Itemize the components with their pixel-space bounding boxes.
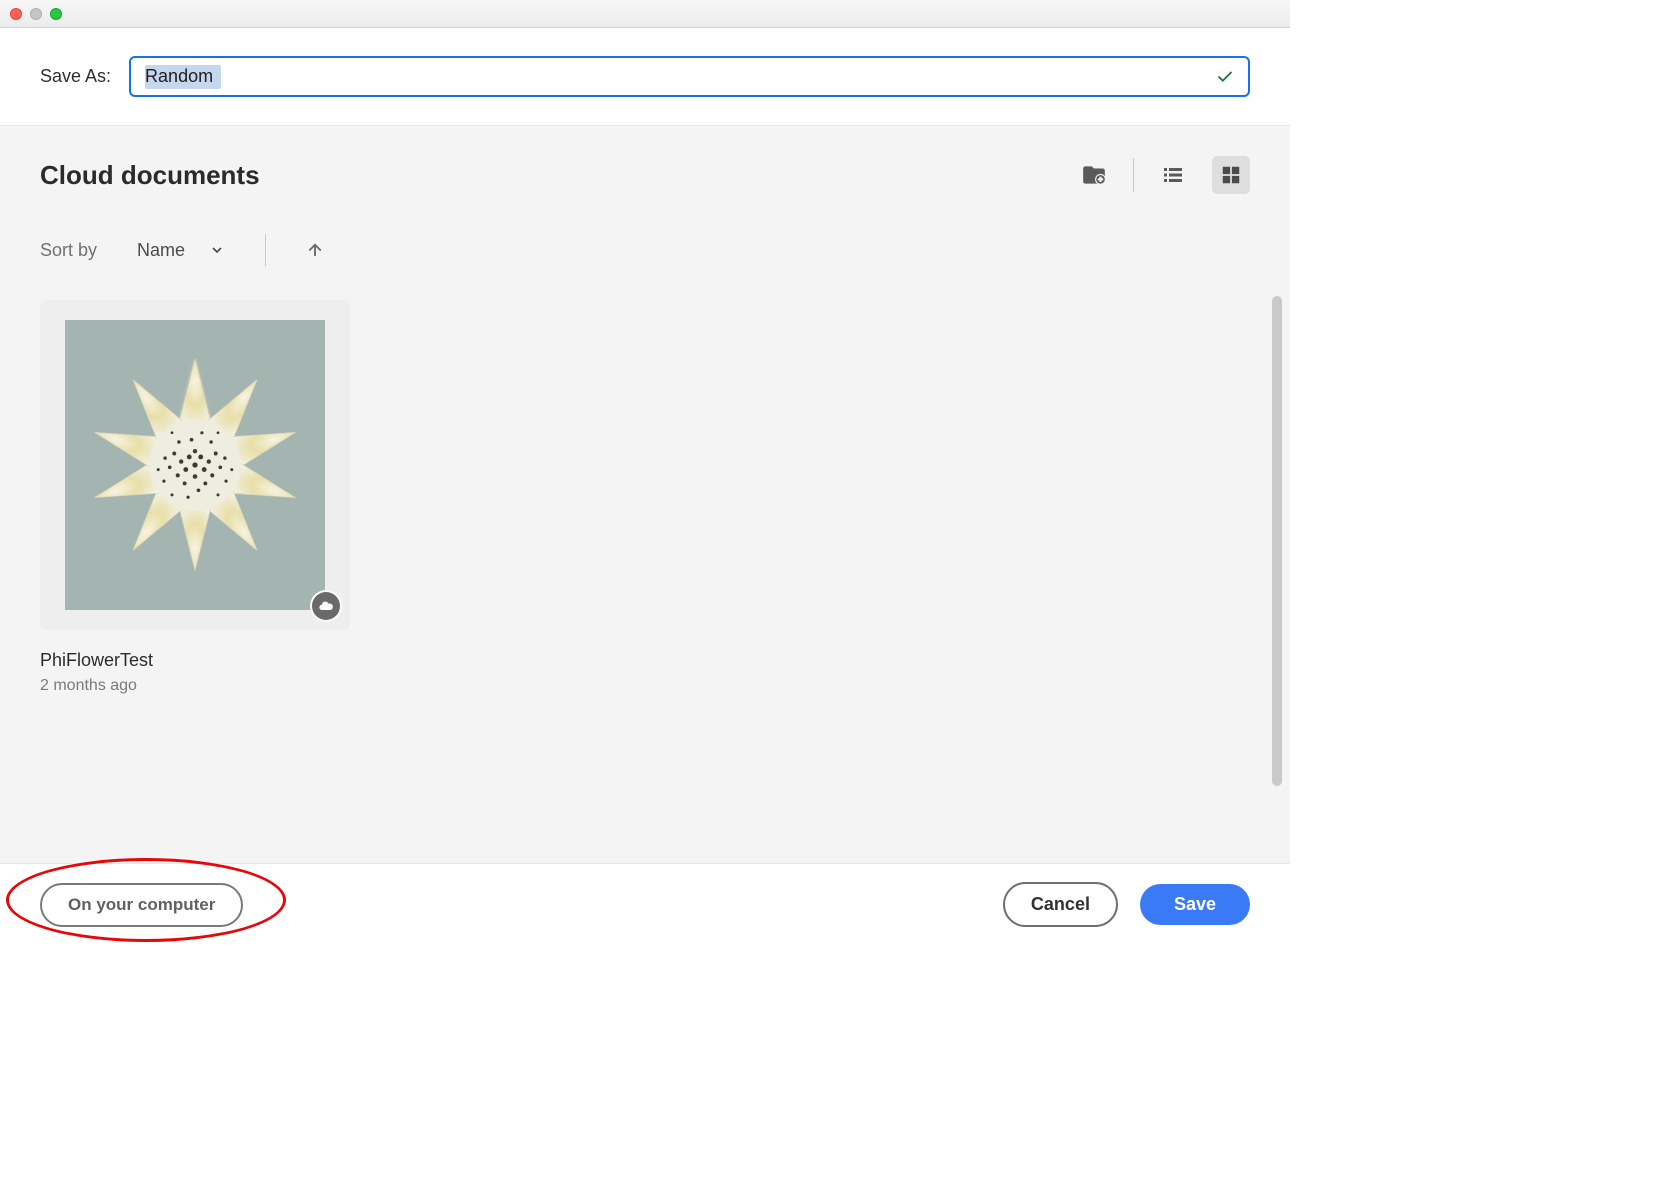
window-minimize-button[interactable]	[30, 8, 42, 20]
on-your-computer-button[interactable]: On your computer	[40, 883, 243, 927]
scrollbar-thumb[interactable]	[1272, 296, 1282, 786]
sort-by-label: Sort by	[40, 240, 97, 261]
save-button[interactable]: Save	[1140, 884, 1250, 925]
document-grid: PhiFlowerTest 2 months ago	[40, 300, 1250, 695]
dialog-footer: On your computer Cancel Save	[0, 863, 1290, 945]
document-name: PhiFlowerTest	[40, 650, 350, 671]
list-view-button[interactable]	[1154, 156, 1192, 194]
save-as-row: Save As: Random	[0, 28, 1290, 126]
window-titlebar	[0, 0, 1290, 28]
documents-area: Cloud documents Sort by Name	[0, 126, 1290, 863]
view-controls	[1075, 156, 1250, 194]
window-maximize-button[interactable]	[50, 8, 62, 20]
sort-select[interactable]: Name	[137, 240, 225, 261]
section-title: Cloud documents	[40, 160, 260, 191]
document-thumbnail	[40, 300, 350, 630]
artwork-icon	[80, 350, 310, 580]
divider	[265, 234, 266, 266]
window-close-button[interactable]	[10, 8, 22, 20]
save-as-input[interactable]: Random	[129, 56, 1250, 97]
sort-direction-button[interactable]	[306, 241, 324, 259]
document-card[interactable]: PhiFlowerTest 2 months ago	[40, 300, 350, 695]
checkmark-icon	[1216, 68, 1234, 86]
save-as-value: Random	[145, 66, 213, 87]
grid-view-button[interactable]	[1212, 156, 1250, 194]
sort-row: Sort by Name	[40, 234, 1250, 266]
cancel-button[interactable]: Cancel	[1003, 882, 1118, 927]
cloud-icon	[312, 592, 340, 620]
save-as-label: Save As:	[40, 66, 111, 87]
new-folder-button[interactable]	[1075, 156, 1113, 194]
divider	[1133, 158, 1134, 192]
chevron-down-icon	[209, 242, 225, 258]
sort-value: Name	[137, 240, 185, 261]
document-meta: 2 months ago	[40, 677, 350, 695]
